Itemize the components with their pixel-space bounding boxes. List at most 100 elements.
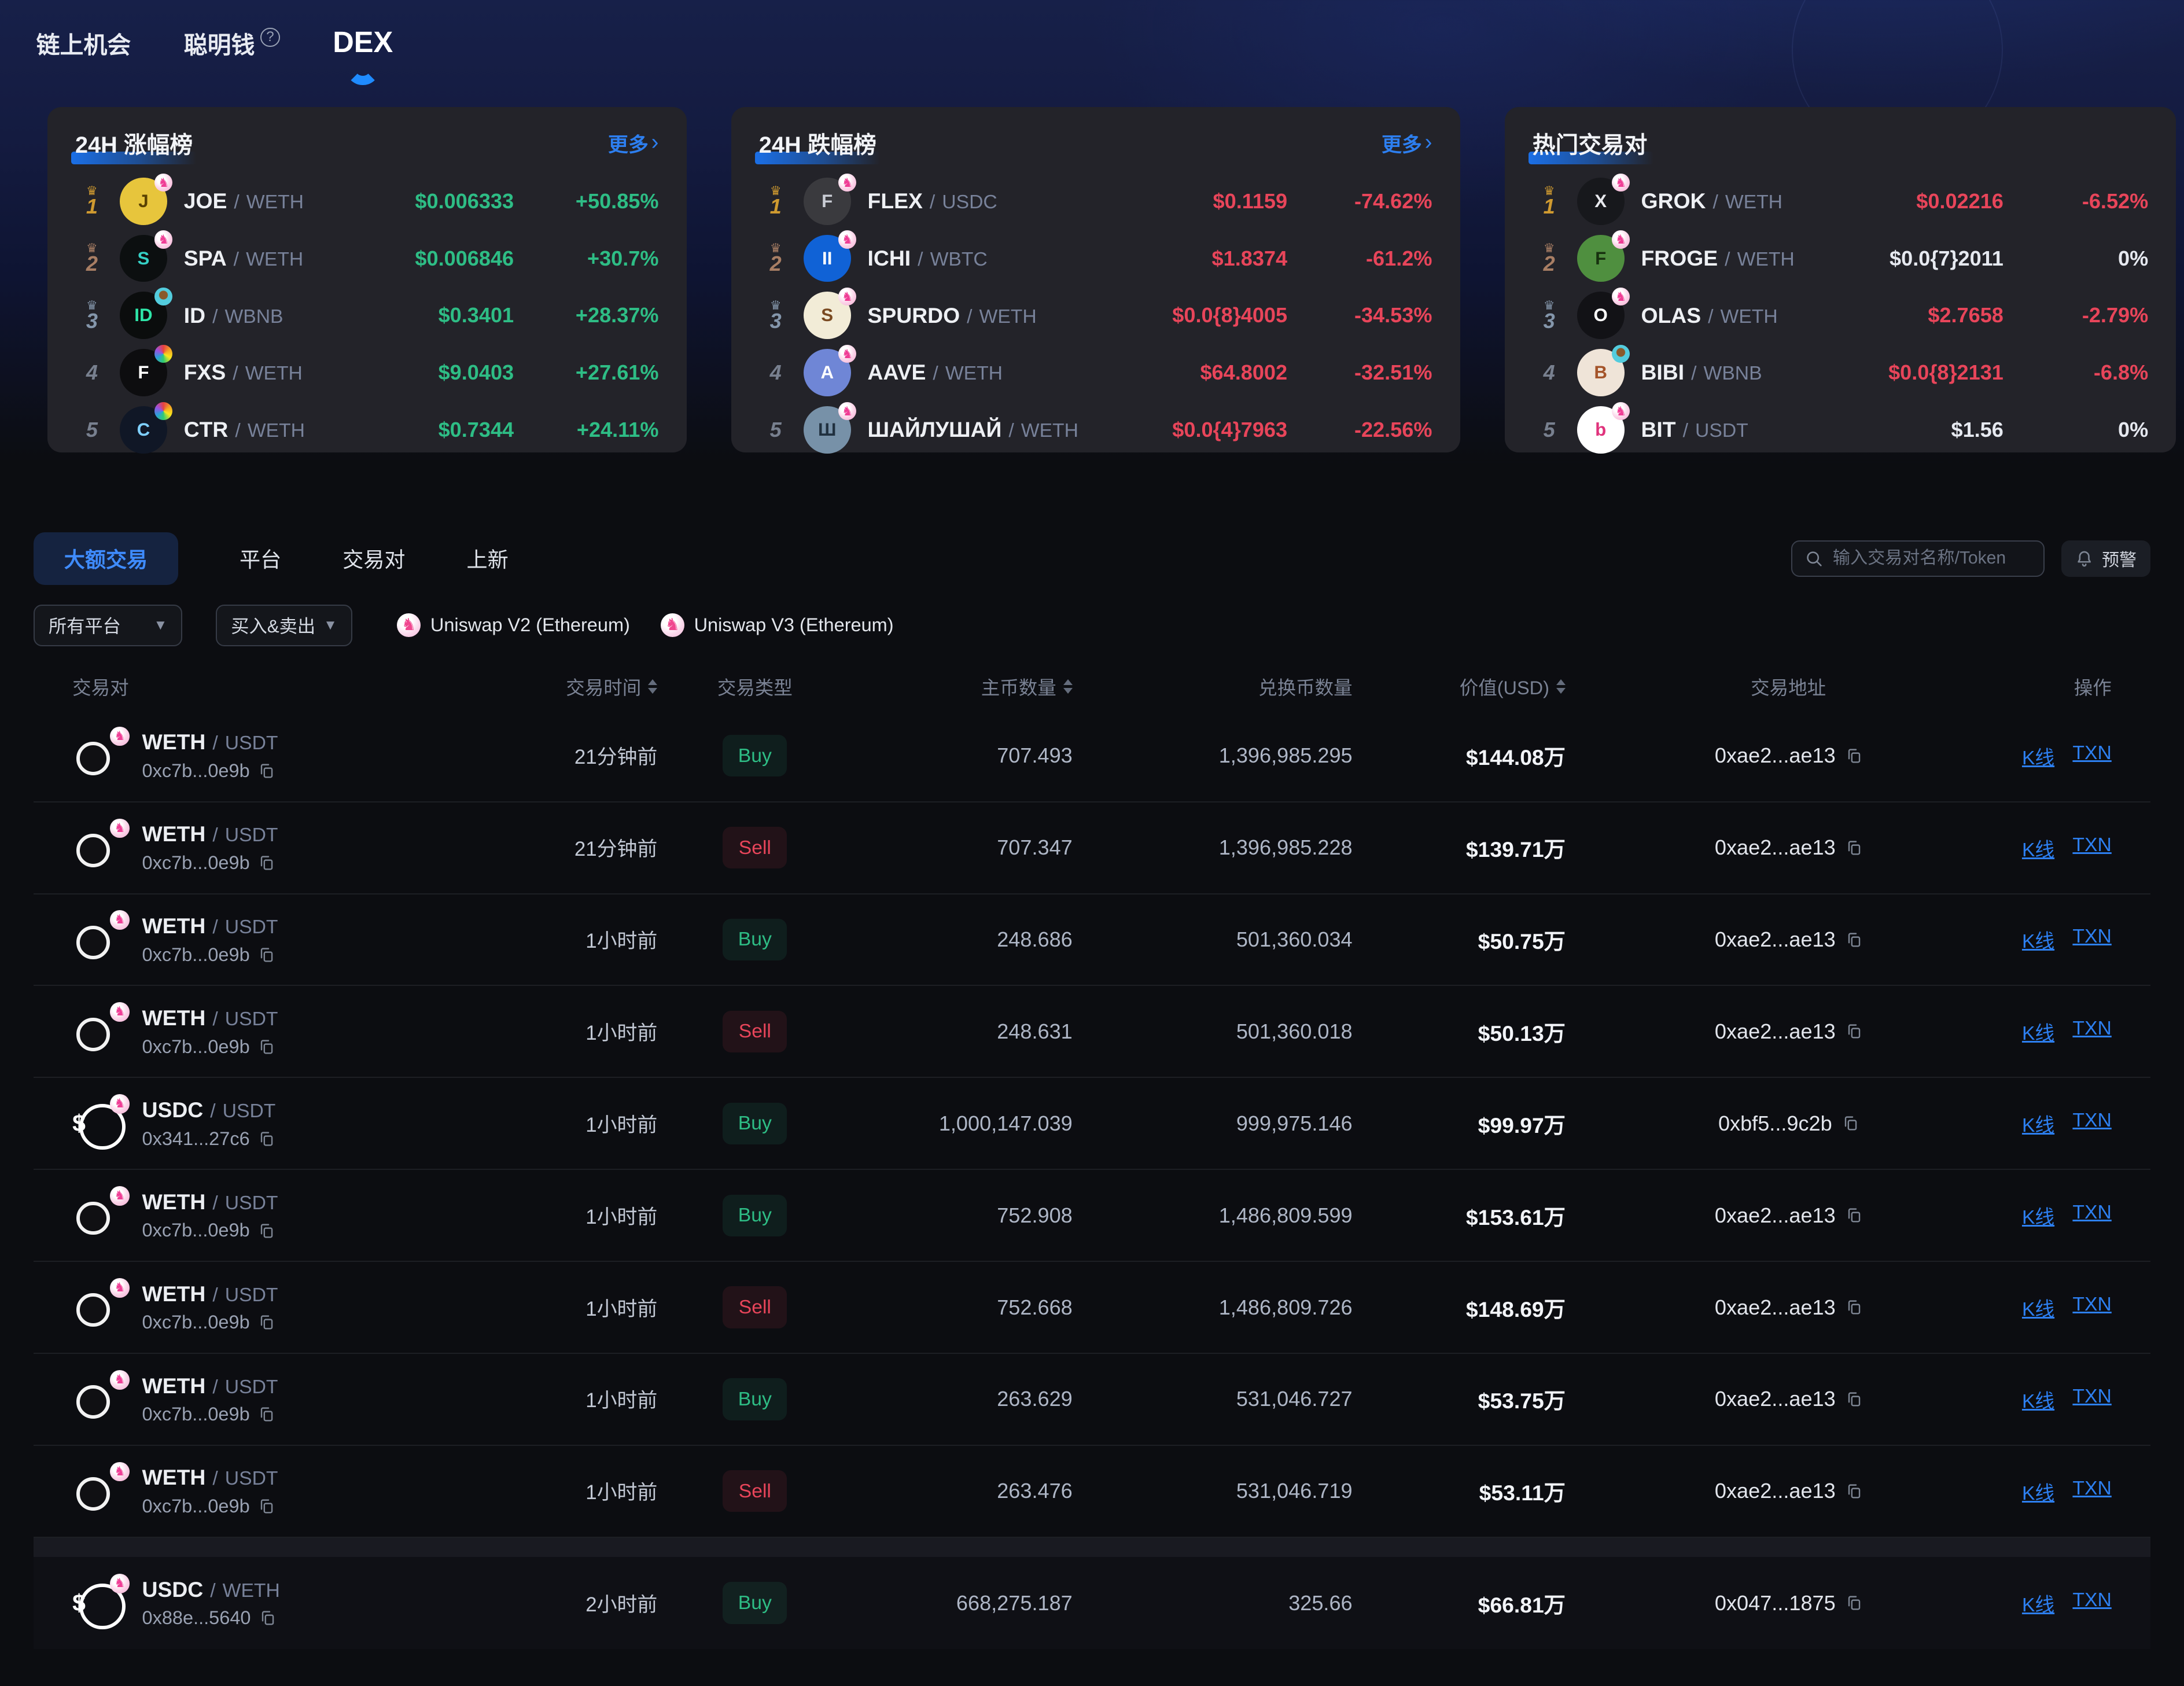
copy-icon[interactable] xyxy=(258,763,275,779)
txn-link[interactable]: TXN xyxy=(2072,1589,2111,1617)
copy-icon[interactable] xyxy=(1842,1115,1859,1132)
column-header[interactable]: 交易地址 xyxy=(1566,673,2011,700)
more-link[interactable]: 更多 › xyxy=(1382,129,1432,158)
copy-icon[interactable] xyxy=(258,947,275,963)
token-rank-row[interactable]: ♛ 3 O OLAS / xyxy=(1533,287,2148,344)
dex-badge-icon xyxy=(154,288,172,305)
copy-icon[interactable] xyxy=(258,1131,275,1147)
kline-link[interactable]: K线 xyxy=(2022,1109,2054,1138)
column-header[interactable]: 兑换币数量 xyxy=(1073,673,1353,700)
column-header[interactable]: 价值(USD) xyxy=(1353,673,1566,700)
pair-cell[interactable]: WETH / USDT 0xc7b...0e9b xyxy=(72,1373,490,1426)
copy-icon[interactable] xyxy=(1846,1207,1862,1224)
pair-name: FROGE / WETH xyxy=(1641,246,1795,271)
copy-icon[interactable] xyxy=(1846,1023,1862,1040)
txn-link[interactable]: TXN xyxy=(2072,1017,2111,1046)
column-header-label: 交易对 xyxy=(72,673,129,700)
side-select[interactable]: 买入&卖出 ▼ xyxy=(216,605,352,646)
token-rank-row[interactable]: ♛ 3 ID ID / xyxy=(75,287,659,344)
base-token: OLAS xyxy=(1641,303,1701,328)
copy-icon[interactable] xyxy=(258,1223,275,1239)
pair-cell[interactable]: USDC / WETH 0x88e...5640 xyxy=(72,1577,490,1629)
kline-link[interactable]: K线 xyxy=(2022,1477,2054,1505)
copy-icon[interactable] xyxy=(1846,840,1862,856)
rank-indicator: ♛ 1 xyxy=(759,185,793,217)
more-link[interactable]: 更多 › xyxy=(608,129,658,158)
txn-link[interactable]: TXN xyxy=(2072,834,2111,862)
pair-token-icon xyxy=(72,1465,125,1518)
column-header[interactable]: 交易类型 xyxy=(657,673,852,700)
token-rank-row[interactable]: ♛ 1 X GROK / xyxy=(1533,173,2148,230)
quote-token: WETH xyxy=(246,191,304,213)
pair-cell[interactable]: WETH / USDT 0xc7b...0e9b xyxy=(72,1005,490,1058)
txn-link[interactable]: TXN xyxy=(2072,1385,2111,1413)
column-header[interactable]: 操作 xyxy=(2011,673,2111,700)
kline-link[interactable]: K线 xyxy=(2022,834,2054,862)
token-rank-row[interactable]: ♛ 5 b BIT / xyxy=(1533,401,2148,458)
pair-cell[interactable]: WETH / USDT 0xc7b...0e9b xyxy=(72,1465,490,1518)
column-header[interactable]: 主币数量 xyxy=(852,673,1072,700)
section-tab[interactable]: 交易对 xyxy=(342,532,405,585)
tx-address: 0xae2...ae13 xyxy=(1715,1387,1836,1411)
token-rank-row[interactable]: ♛ 2 S SPA / xyxy=(75,230,659,287)
copy-icon[interactable] xyxy=(258,1498,275,1515)
kline-link[interactable]: K线 xyxy=(2022,742,2054,770)
kline-link[interactable]: K线 xyxy=(2022,1589,2054,1617)
pair-cell[interactable]: WETH / USDT 0xc7b...0e9b xyxy=(72,913,490,966)
copy-icon[interactable] xyxy=(1846,748,1862,764)
section-tab[interactable]: 平台 xyxy=(240,532,281,585)
txn-link[interactable]: TXN xyxy=(2072,742,2111,770)
section-tab[interactable]: 大额交易 xyxy=(34,532,178,585)
token-rank-row[interactable]: ♛ 2 II ICHI / xyxy=(759,230,1432,287)
nav-item[interactable]: 聪明钱 ? xyxy=(184,26,280,60)
token-rank-row[interactable]: ♛ 4 B BIBI / xyxy=(1533,344,2148,402)
copy-icon[interactable] xyxy=(1846,932,1862,948)
copy-icon[interactable] xyxy=(1846,1299,1862,1316)
pair-cell[interactable]: WETH / USDT 0xc7b...0e9b xyxy=(72,729,490,782)
txn-link[interactable]: TXN xyxy=(2072,1293,2111,1321)
search-input[interactable] xyxy=(1833,548,2031,568)
kline-link[interactable]: K线 xyxy=(2022,1293,2054,1321)
token-rank-row[interactable]: ♛ 3 S SPURDO / xyxy=(759,287,1432,344)
tx-address: 0xae2...ae13 xyxy=(1715,1019,1836,1044)
kline-link[interactable]: K线 xyxy=(2022,1017,2054,1046)
kline-link[interactable]: K线 xyxy=(2022,925,2054,954)
copy-icon[interactable] xyxy=(259,1610,276,1626)
nav-item[interactable]: DEX xyxy=(333,25,393,59)
token-rank-row[interactable]: ♛ 1 F FLEX / xyxy=(759,173,1432,230)
copy-icon[interactable] xyxy=(1846,1595,1862,1611)
token-rank-row[interactable]: ♛ 4 F FXS / xyxy=(75,344,659,402)
platform-chip[interactable]: Uniswap V3 (Ethereum) xyxy=(661,613,894,637)
column-header[interactable]: 交易时间 xyxy=(490,673,657,700)
pair-cell[interactable]: WETH / USDT 0xc7b...0e9b xyxy=(72,821,490,874)
kline-link[interactable]: K线 xyxy=(2022,1201,2054,1229)
token-price: $0.006846 xyxy=(305,246,514,271)
help-icon[interactable]: ? xyxy=(260,28,280,47)
token-rank-row[interactable]: ♛ 4 A AAVE / xyxy=(759,344,1432,402)
column-header[interactable]: 交易对 xyxy=(72,673,490,700)
token-rank-row[interactable]: ♛ 2 F FROGE / xyxy=(1533,230,2148,287)
section-tab[interactable]: 上新 xyxy=(466,532,508,585)
pair-cell[interactable]: WETH / USDT 0xc7b...0e9b xyxy=(72,1281,490,1334)
token-rank-row[interactable]: ♛ 5 C CTR / xyxy=(75,401,659,458)
platform-select[interactable]: 所有平台 ▼ xyxy=(34,605,183,646)
copy-icon[interactable] xyxy=(258,855,275,871)
copy-icon[interactable] xyxy=(1846,1483,1862,1500)
alert-button[interactable]: 预警 xyxy=(2061,540,2150,577)
copy-icon[interactable] xyxy=(258,1314,275,1331)
kline-link[interactable]: K线 xyxy=(2022,1385,2054,1413)
token-rank-row[interactable]: ♛ 1 J JOE / xyxy=(75,173,659,230)
copy-icon[interactable] xyxy=(1846,1391,1862,1408)
token-rank-row[interactable]: ♛ 5 Ш ШАЙЛУШАЙ / xyxy=(759,401,1432,458)
platform-chip[interactable]: Uniswap V2 (Ethereum) xyxy=(397,613,630,637)
txn-link[interactable]: TXN xyxy=(2072,1109,2111,1138)
txn-link[interactable]: TXN xyxy=(2072,925,2111,954)
pair-cell[interactable]: USDC / USDT 0x341...27c6 xyxy=(72,1097,490,1150)
pair-separator: / xyxy=(212,732,218,754)
copy-icon[interactable] xyxy=(258,1406,275,1423)
txn-link[interactable]: TXN xyxy=(2072,1477,2111,1505)
pair-cell[interactable]: WETH / USDT 0xc7b...0e9b xyxy=(72,1189,490,1242)
txn-link[interactable]: TXN xyxy=(2072,1201,2111,1229)
nav-item[interactable]: 链上机会 xyxy=(36,26,131,60)
copy-icon[interactable] xyxy=(258,1039,275,1055)
